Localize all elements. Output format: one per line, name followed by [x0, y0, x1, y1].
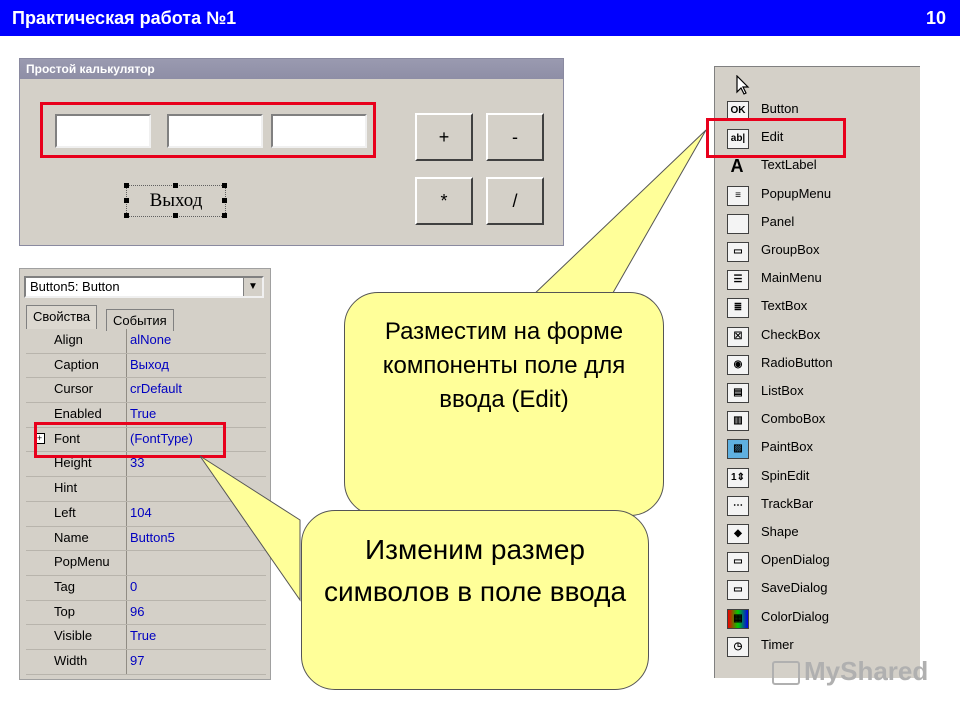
watermark-logo: MyShared — [772, 656, 928, 687]
callout-edit-component: Разместим на форме компоненты поле для в… — [344, 292, 664, 516]
callout-edit-text: Разместим на форме компоненты поле для в… — [382, 318, 626, 413]
callout-font-size: Изменим размер символов в поле ввода — [301, 510, 649, 690]
callout-font-text: Изменим размер символов в поле ввода — [323, 534, 627, 607]
monitor-icon — [772, 661, 800, 686]
